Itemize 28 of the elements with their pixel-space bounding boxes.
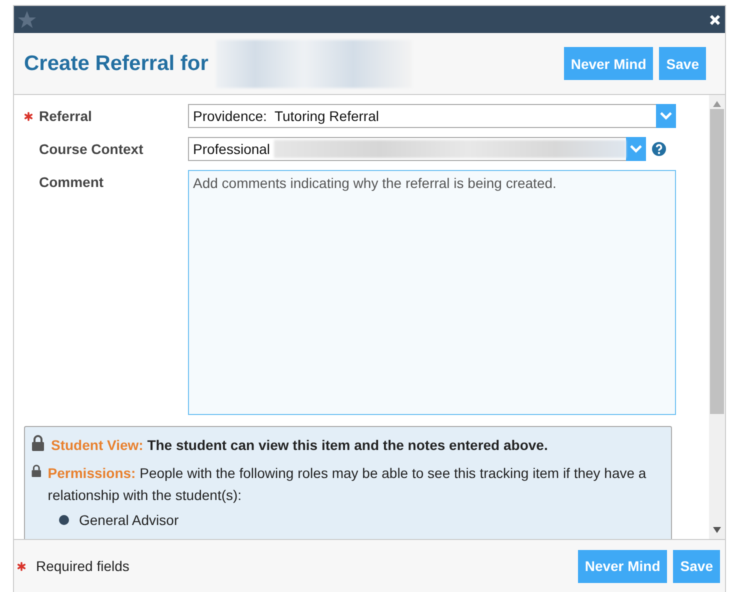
dialog-button[interactable]: Never Mind (578, 550, 668, 582)
required-fields-note: Required fields (36, 558, 130, 574)
dialog-button[interactable]: Save (659, 47, 706, 80)
dialog-title: Create Referral for (24, 52, 208, 76)
bullet-icon (59, 515, 69, 525)
comment-field[interactable]: Add comments indicating why the referral is being created. (188, 170, 676, 415)
help-icon[interactable] (652, 142, 666, 156)
role-item: General Advisor (79, 512, 179, 528)
scroll-up-icon[interactable] (713, 101, 721, 107)
star-logo-icon (17, 10, 37, 30)
field-label: Referral (39, 108, 92, 124)
scroll-down-icon[interactable] (713, 527, 721, 533)
dialog-button[interactable]: Save (673, 550, 720, 582)
lock-icon (31, 434, 45, 451)
lock-icon (31, 462, 42, 479)
dialog-button[interactable]: Never Mind (564, 47, 654, 80)
notice-text: Student View: The student can view this item and the notes entered above. (51, 436, 548, 455)
field-label: Course Context (39, 141, 144, 157)
field-label: Comment (39, 174, 104, 190)
dropdown[interactable]: Providence: Tutoring Referral (188, 104, 676, 128)
scrollbar[interactable] (709, 95, 725, 539)
required-icon (17, 562, 26, 570)
close-icon[interactable] (709, 14, 721, 26)
chevron-down-icon[interactable] (630, 145, 642, 153)
chevron-down-icon[interactable] (660, 112, 672, 120)
required-icon (24, 112, 33, 120)
dropdown[interactable]: Professional (188, 137, 646, 161)
notice-text: Permissions: People with the following roles may be able to see this tracking item if they have a relationship with the student(s): (48, 464, 648, 505)
